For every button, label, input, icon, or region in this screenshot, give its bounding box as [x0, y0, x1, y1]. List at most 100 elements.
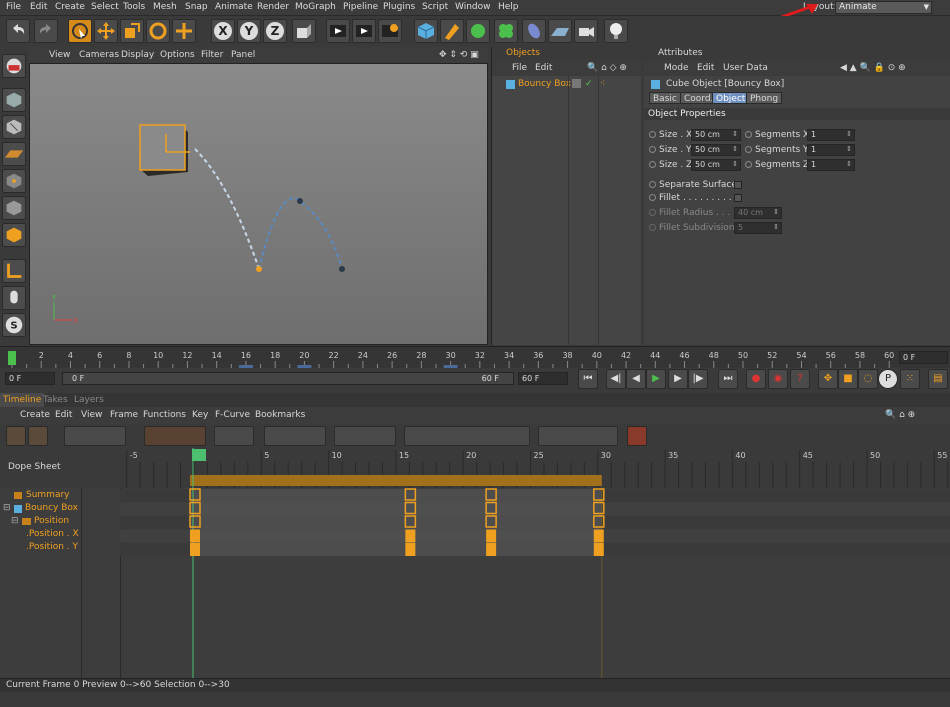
rotate-tool-button[interactable] — [146, 19, 170, 43]
object-row-bouncy-box[interactable]: Bouncy Box ✓ ⁖ — [492, 76, 641, 92]
view-tools-group[interactable] — [64, 426, 126, 446]
live-selection-button[interactable] — [68, 19, 92, 43]
previous-frame-button[interactable]: ◀ — [626, 369, 646, 389]
y-axis-button[interactable]: Y — [237, 19, 261, 43]
record-parameter-button[interactable]: P — [878, 369, 898, 389]
key-break-tools[interactable] — [538, 426, 618, 446]
bottom-scrollbar[interactable] — [0, 692, 950, 707]
segments-z-input[interactable]: 1 ⇕ — [807, 159, 855, 171]
end-frame-field[interactable]: 60 F — [518, 372, 568, 385]
row-position-y[interactable]: .Position . Y — [0, 541, 120, 554]
menu-select[interactable]: Select — [91, 2, 119, 12]
3d-viewport[interactable]: Y X — [29, 63, 488, 345]
layout-select[interactable]: Animate ▼ — [835, 1, 932, 14]
viewport-menu-panel[interactable]: Panel — [231, 50, 255, 60]
attr-nav-icons[interactable]: ◀ ▲ 🔍 🔒 ⊙ ⊕ — [840, 60, 906, 76]
size-x-input[interactable]: 50 cm ⇕ — [691, 129, 741, 141]
menu-help[interactable]: Help — [498, 2, 519, 12]
check-icon[interactable]: ✓ — [585, 76, 593, 92]
tab-layers[interactable]: Layers — [71, 393, 107, 407]
tab-object[interactable]: Object — [712, 92, 750, 104]
menu-snap[interactable]: Snap — [185, 2, 208, 12]
menu-plugins[interactable]: Plugins — [383, 2, 415, 12]
workplane-button[interactable] — [2, 142, 26, 166]
nurbs-button[interactable] — [466, 19, 490, 43]
tweak-mode-button[interactable] — [2, 286, 26, 310]
tangent-tools[interactable] — [334, 426, 396, 446]
tab-takes[interactable]: Takes — [40, 393, 71, 407]
points-mode-button[interactable] — [2, 169, 26, 193]
objects-menu-icons[interactable]: 🔍 ⌂ ◇ ⊕ — [587, 60, 627, 76]
texture-mode-button[interactable] — [2, 115, 26, 139]
autokey-button[interactable]: ◉ — [768, 369, 788, 389]
row-position-x[interactable]: .Position . X — [0, 528, 120, 541]
tab-phong[interactable]: Phong — [746, 92, 783, 104]
transform-tool-button[interactable] — [172, 19, 196, 43]
coordinate-system-button[interactable] — [292, 19, 316, 43]
tab-basic[interactable]: Basic — [649, 92, 681, 104]
menu-tools[interactable]: Tools — [123, 2, 145, 12]
previous-key-button[interactable]: ◀| — [606, 369, 626, 389]
row-bouncy-box[interactable]: ⊟ Bouncy Box — [0, 502, 120, 515]
menu-animate[interactable]: Animate — [215, 2, 253, 12]
menu-create[interactable]: Create — [55, 2, 85, 12]
deformer-button[interactable] — [522, 19, 546, 43]
menu-mesh[interactable]: Mesh — [153, 2, 177, 12]
size-y-input[interactable]: 50 cm ⇕ — [691, 144, 741, 156]
separate-surfaces-checkbox[interactable] — [734, 181, 742, 189]
go-to-end-button[interactable]: ⏭ — [718, 369, 738, 389]
tl-menu-create[interactable]: Create — [20, 410, 50, 420]
render-settings-button[interactable] — [378, 19, 402, 43]
row-summary[interactable]: Summary — [0, 489, 120, 502]
key-lock-tools[interactable] — [404, 426, 530, 446]
next-frame-button[interactable]: ▶ — [668, 369, 688, 389]
keyframe-selection-button[interactable]: ? — [790, 369, 810, 389]
render-view-button[interactable] — [326, 19, 350, 43]
redo-button[interactable] — [34, 19, 58, 43]
objects-menu-file[interactable]: File — [512, 60, 527, 76]
spline-pen-button[interactable] — [440, 19, 464, 43]
segments-y-input[interactable]: 1 ⇕ — [807, 144, 855, 156]
size-z-input[interactable]: 50 cm ⇕ — [691, 159, 741, 171]
record-keys-button[interactable]: ● — [746, 369, 766, 389]
objects-menu-edit[interactable]: Edit — [535, 60, 552, 76]
tl-menu-fcurve[interactable]: F-Curve — [215, 410, 250, 420]
axis-mode-button[interactable] — [2, 259, 26, 283]
viewport-menu-cameras[interactable]: Cameras — [79, 50, 119, 60]
move-tool-button[interactable] — [94, 19, 118, 43]
key-value-tools[interactable] — [214, 426, 254, 446]
tl-menu-edit[interactable]: Edit — [55, 410, 72, 420]
make-editable-button[interactable] — [2, 54, 26, 78]
next-key-button[interactable]: |▶ — [688, 369, 708, 389]
clear-keys-button[interactable] — [627, 426, 647, 446]
tl-nav-icons[interactable]: 🔍 ⌂ ⊕ — [885, 410, 915, 420]
segments-x-input[interactable]: 1 ⇕ — [807, 129, 855, 141]
viewport-nav-icons[interactable]: ✥ ⇕ ⟲ ▣ — [439, 50, 479, 60]
z-axis-button[interactable]: Z — [263, 19, 287, 43]
record-position-button[interactable]: ✥ — [818, 369, 838, 389]
menu-file[interactable]: File — [6, 2, 21, 12]
tl-menu-view[interactable]: View — [81, 410, 102, 420]
tl-menu-bookmarks[interactable]: Bookmarks — [255, 410, 305, 420]
undo-button[interactable] — [6, 19, 30, 43]
dope-sheet[interactable]: Dope Sheet -50510152025303540455055 Summ… — [0, 448, 950, 678]
viewport-menu-view[interactable]: View — [49, 50, 70, 60]
time-ruler[interactable]: 2 4 6 8 10 12 14 16 18 20 22 24 26 28 30 32 34 36 38 40 42 44… — [0, 346, 950, 369]
tab-timeline[interactable]: Timeline — [0, 393, 45, 407]
key-add-tools-group[interactable] — [144, 426, 206, 446]
edges-mode-button[interactable] — [2, 196, 26, 220]
start-frame-field[interactable]: 0 F — [5, 372, 55, 385]
cube-object-button[interactable] — [414, 19, 438, 43]
viewport-menu-display[interactable]: Display — [121, 50, 154, 60]
attr-menu-edit[interactable]: Edit — [697, 60, 714, 76]
record-scale-button[interactable]: ■ — [838, 369, 858, 389]
tag-icon[interactable]: ⁖ — [600, 76, 605, 92]
interpolation-tools[interactable] — [264, 426, 326, 446]
current-frame-field[interactable]: 0 F — [899, 351, 948, 364]
menu-mograph[interactable]: MoGraph — [295, 2, 336, 12]
snap-toggle-button[interactable]: S — [2, 313, 26, 337]
menu-script[interactable]: Script — [422, 2, 448, 12]
tl-menu-functions[interactable]: Functions — [143, 410, 186, 420]
polygons-mode-button[interactable] — [2, 223, 26, 247]
record-point-level-button[interactable]: ⁙ — [900, 369, 920, 389]
